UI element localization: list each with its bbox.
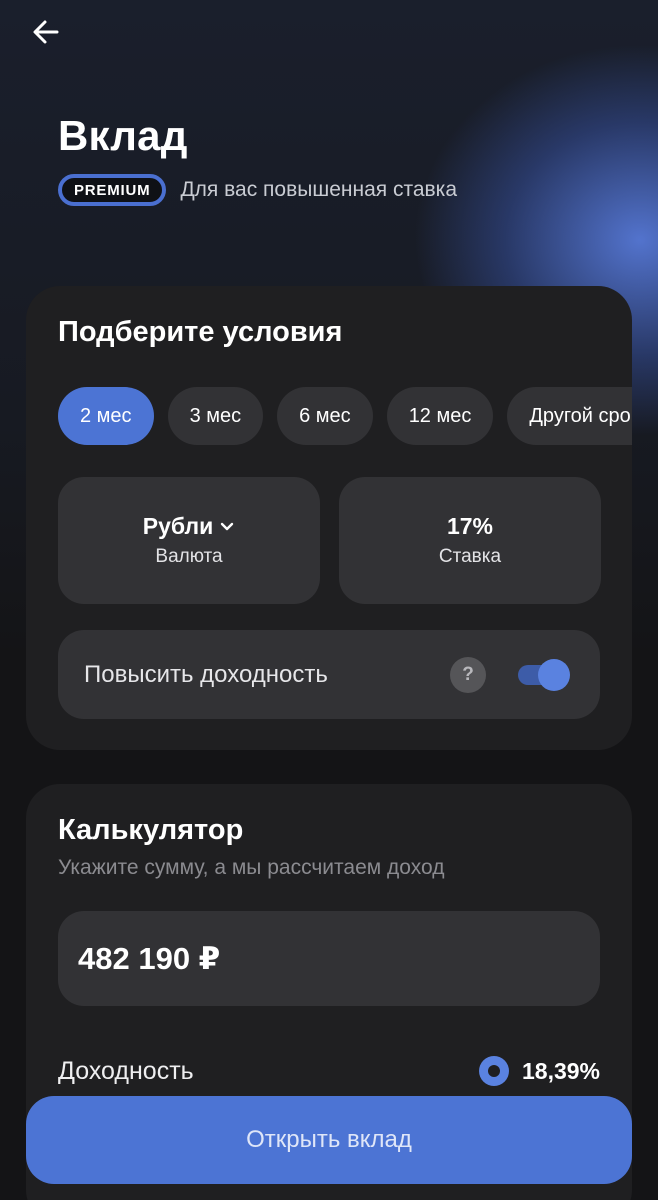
yield-value: 18,39% <box>521 1057 600 1084</box>
premium-row: PREMIUM Для вас повышенная ставка <box>58 173 457 207</box>
boost-yield-row: Повысить доходность ? <box>58 630 600 719</box>
premium-badge: PREMIUM <box>58 174 167 206</box>
currency-tile[interactable]: Рубли Валюта <box>58 477 320 604</box>
help-icon[interactable]: ? <box>450 656 486 693</box>
term-chip-3m[interactable]: 3 мес <box>167 387 264 445</box>
conditions-card: Подберите условия 2 мес 3 мес 6 мес 12 м… <box>26 286 632 750</box>
toggle-knob <box>538 658 570 691</box>
calculator-subtitle: Укажите сумму, а мы рассчитаем доход <box>58 856 445 879</box>
back-button[interactable] <box>28 14 64 50</box>
open-deposit-button[interactable]: Открыть вклад <box>26 1096 632 1184</box>
yield-label: Доходность <box>58 1056 194 1085</box>
chevron-down-icon <box>221 522 234 530</box>
term-chip-6m[interactable]: 6 мес <box>277 387 373 445</box>
currency-value-row: Рубли <box>143 513 236 540</box>
radio-dot <box>487 1065 500 1077</box>
amount-input[interactable]: 482 190 ₽ <box>58 911 600 1006</box>
term-chips: 2 мес 3 мес 6 мес 12 мес Другой срок <box>58 387 632 445</box>
arrow-left-icon <box>33 20 59 44</box>
boost-yield-label: Повысить доходность <box>84 660 328 688</box>
calculator-title: Калькулятор <box>58 814 244 846</box>
rate-label: Ставка <box>438 546 502 567</box>
currency-label: Валюта <box>155 546 223 567</box>
term-chip-2m[interactable]: 2 мес <box>58 387 154 445</box>
conditions-title: Подберите условия <box>58 316 343 348</box>
rate-value: 17% <box>446 513 494 539</box>
premium-text: Для вас повышенная ставка <box>180 178 458 201</box>
term-chip-12m[interactable]: 12 мес <box>386 387 494 445</box>
currency-value: Рубли <box>142 513 214 539</box>
term-chip-other[interactable]: Другой срок <box>507 387 632 445</box>
yield-row: Доходность 18,39% <box>58 1056 600 1086</box>
page-title: Вклад <box>58 112 188 159</box>
rate-tile: 17% Ставка <box>339 477 601 604</box>
yield-radio-icon[interactable] <box>478 1056 509 1086</box>
boost-yield-toggle[interactable] <box>518 658 570 692</box>
